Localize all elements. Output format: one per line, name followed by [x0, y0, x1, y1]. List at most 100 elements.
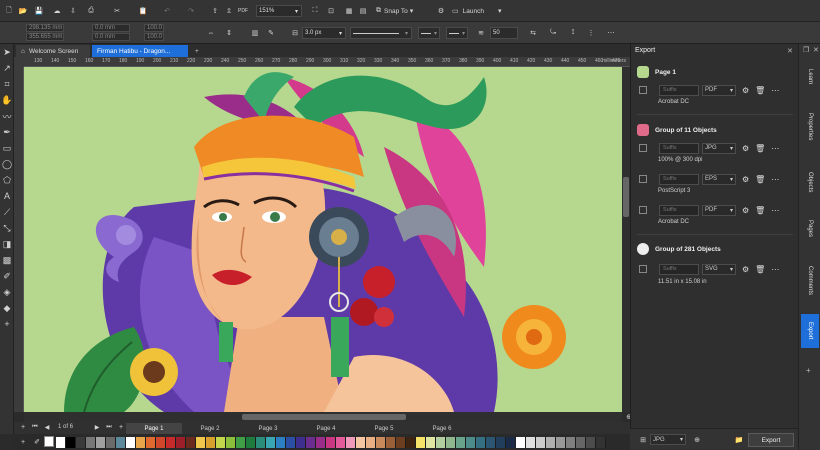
zoom-page-icon[interactable]: ⊡	[324, 4, 338, 18]
zoom-select[interactable]: 151% ▾	[256, 5, 302, 17]
color-swatch[interactable]	[516, 436, 526, 448]
more-options-icon[interactable]: ⋯	[771, 144, 779, 153]
color-swatch[interactable]	[286, 436, 296, 448]
line-style-select[interactable]: ▾	[350, 27, 412, 39]
color-swatch[interactable]	[496, 436, 506, 448]
upload-cloud-icon[interactable]: ☁	[50, 4, 64, 18]
color-swatch[interactable]	[506, 436, 516, 448]
artistic-media-icon[interactable]: ✒	[0, 124, 14, 140]
color-swatch[interactable]	[226, 436, 236, 448]
color-swatch[interactable]	[316, 436, 326, 448]
color-swatch[interactable]	[416, 436, 426, 448]
export-checkbox[interactable]	[639, 265, 647, 273]
page-tab-4[interactable]: Page 4	[298, 423, 354, 434]
import-icon[interactable]: ⇪	[208, 4, 222, 18]
color-swatch[interactable]	[536, 436, 546, 448]
polygon-tool-icon[interactable]: ⬠	[0, 172, 14, 188]
end-arrow-select[interactable]: ▾	[446, 27, 468, 39]
color-swatch[interactable]	[426, 436, 436, 448]
trash-icon[interactable]: 🗑	[755, 265, 765, 274]
footer-format-select[interactable]: JPG ▾	[650, 434, 686, 445]
vertical-scrollbar[interactable]	[622, 67, 630, 412]
align-nodes-icon[interactable]: ⋯	[604, 26, 618, 40]
crop-tool-icon[interactable]: ⌗	[0, 76, 14, 92]
color-swatch[interactable]	[86, 436, 96, 448]
color-swatch[interactable]	[266, 436, 276, 448]
redo-icon[interactable]: ↷	[184, 4, 198, 18]
more-options-icon[interactable]: ⋯	[771, 86, 779, 95]
shape-tool-icon[interactable]: ↗	[0, 60, 14, 76]
close-dock-icon[interactable]: ✕	[813, 46, 819, 54]
horizontal-scroll-thumb[interactable]	[242, 414, 406, 420]
x-position-field[interactable]: 298.135 mm	[26, 24, 64, 32]
color-swatch[interactable]	[96, 436, 106, 448]
mirror-vertical-icon[interactable]: ⇕	[222, 26, 236, 40]
page-tab-3[interactable]: Page 3	[240, 423, 296, 434]
export-selected-icon[interactable]: ⊞	[636, 433, 650, 447]
color-swatch[interactable]	[566, 436, 576, 448]
format-select[interactable]: SVG ▾	[702, 263, 736, 275]
page-tab-5[interactable]: Page 5	[356, 423, 412, 434]
rectangle-tool-icon[interactable]: ▭	[0, 140, 14, 156]
format-select[interactable]: EPS ▾	[702, 173, 736, 185]
previous-page-icon[interactable]: ◀	[40, 421, 54, 433]
color-swatch[interactable]	[476, 436, 486, 448]
color-swatch[interactable]	[336, 436, 346, 448]
color-swatch[interactable]	[186, 436, 196, 448]
panel-options-icon[interactable]: ❐	[803, 46, 809, 54]
vertical-scroll-thumb[interactable]	[623, 177, 629, 217]
suffix-input[interactable]: Suffix	[659, 142, 699, 154]
color-swatch[interactable]	[356, 436, 366, 448]
settings-gear-icon[interactable]: ⚙	[742, 265, 749, 274]
color-swatch[interactable]	[196, 436, 206, 448]
color-swatch[interactable]	[136, 436, 146, 448]
color-swatch[interactable]	[366, 436, 376, 448]
undo-icon[interactable]: ↶	[160, 4, 174, 18]
vertical-ruler[interactable]	[14, 67, 24, 412]
color-swatch[interactable]	[106, 436, 116, 448]
scale-y-field[interactable]: 100.0	[144, 33, 164, 41]
tab-export[interactable]: Export	[801, 314, 819, 348]
tab-pages[interactable]: Pages	[801, 214, 819, 244]
interactive-fill-icon[interactable]: ◈	[0, 284, 14, 300]
page-tab-6[interactable]: Page 6	[414, 423, 470, 434]
export-checkbox[interactable]	[639, 206, 647, 214]
snap-to-pixel-icon[interactable]: ▦	[342, 4, 356, 18]
options-gear-icon[interactable]: ⚙	[434, 4, 448, 18]
close-curve-icon[interactable]: ⤿	[546, 26, 560, 40]
save-icon[interactable]: 💾	[32, 4, 46, 18]
trash-icon[interactable]: 🗑	[755, 175, 765, 184]
add-format-icon[interactable]: ⊕	[690, 433, 704, 447]
ellipse-tool-icon[interactable]: ◯	[0, 156, 14, 172]
suffix-input[interactable]: Suffix	[659, 204, 699, 216]
close-icon[interactable]: ✕	[787, 47, 793, 55]
extract-subpath-icon[interactable]: ⟟	[566, 26, 580, 40]
drawing-canvas[interactable]	[24, 67, 622, 412]
export-item-header[interactable]: Page 1	[637, 66, 676, 78]
export-checkbox[interactable]	[639, 86, 647, 94]
color-swatch[interactable]	[66, 436, 76, 448]
freehand-tool-icon[interactable]: 〰	[0, 108, 14, 124]
export-checkbox[interactable]	[639, 175, 647, 183]
format-select[interactable]: PDF ▾	[702, 84, 736, 96]
download-cloud-icon[interactable]: ⇩	[66, 4, 80, 18]
color-swatch[interactable]	[596, 436, 606, 448]
artwork-illustration[interactable]	[24, 67, 622, 412]
color-swatch[interactable]	[206, 436, 216, 448]
smoothing-field[interactable]: 50	[490, 27, 518, 39]
publish-pdf-icon[interactable]: PDF	[236, 4, 250, 18]
settings-gear-icon[interactable]: ⚙	[742, 86, 749, 95]
trash-icon[interactable]: 🗑	[755, 86, 765, 95]
pick-tool-icon[interactable]: ➤	[0, 44, 14, 60]
tab-learn[interactable]: Learn	[801, 64, 819, 90]
page-tab-1[interactable]: Page 1	[126, 423, 182, 434]
start-arrow-select[interactable]: ▾	[418, 27, 440, 39]
color-swatch[interactable]	[586, 436, 596, 448]
color-swatch[interactable]	[146, 436, 156, 448]
color-swatch[interactable]	[346, 436, 356, 448]
new-tab-button[interactable]: +	[190, 45, 202, 57]
add-docker-icon[interactable]: +	[806, 366, 811, 375]
color-swatch[interactable]	[486, 436, 496, 448]
launch-button[interactable]: ▭ Launch ▾	[452, 4, 501, 18]
eyedropper-tool-icon[interactable]: ✐	[0, 268, 14, 284]
